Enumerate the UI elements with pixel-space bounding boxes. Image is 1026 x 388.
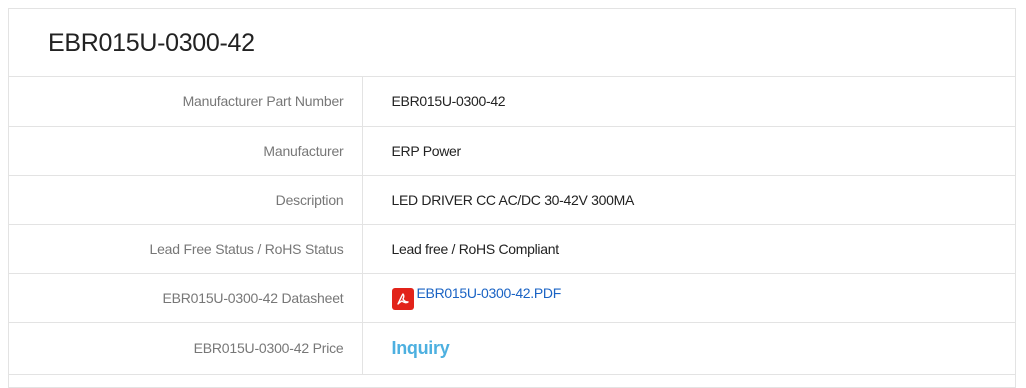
table-row: EBR015U-0300-42 Price Inquiry: [9, 322, 1015, 375]
pdf-icon: [391, 288, 414, 310]
row-label-part-number: Manufacturer Part Number: [9, 77, 363, 127]
table-row: Manufacturer Part Number EBR015U-0300-42: [9, 77, 1015, 127]
row-value-part-number: EBR015U-0300-42: [362, 77, 1015, 127]
product-spec-panel: EBR015U-0300-42 Manufacturer Part Number…: [8, 8, 1016, 388]
table-row: Manufacturer ERP Power: [9, 126, 1015, 176]
row-value-description: LED DRIVER CC AC/DC 30-42V 300MA: [362, 175, 1015, 225]
row-label-description: Description: [9, 175, 363, 225]
table-row: Lead Free Status / RoHS Status Lead free…: [9, 224, 1015, 274]
spec-table: Manufacturer Part Number EBR015U-0300-42…: [9, 77, 1015, 375]
row-value-rohs-status: Lead free / RoHS Compliant: [362, 224, 1015, 274]
row-label-datasheet: EBR015U-0300-42 Datasheet: [9, 273, 363, 323]
row-label-price: EBR015U-0300-42 Price: [9, 322, 363, 375]
row-label-manufacturer: Manufacturer: [9, 126, 363, 176]
table-row: EBR015U-0300-42 Datasheet EBR015U-0300-4…: [9, 273, 1015, 323]
row-value-manufacturer: ERP Power: [362, 126, 1015, 176]
inquiry-link[interactable]: Inquiry: [392, 338, 450, 358]
row-value-datasheet: EBR015U-0300-42.PDF: [362, 273, 1015, 323]
datasheet-link-label: EBR015U-0300-42.PDF: [416, 285, 562, 301]
datasheet-link[interactable]: EBR015U-0300-42.PDF: [391, 285, 562, 310]
row-label-rohs-status: Lead Free Status / RoHS Status: [9, 224, 363, 274]
table-row: Description LED DRIVER CC AC/DC 30-42V 3…: [9, 175, 1015, 225]
page-title: EBR015U-0300-42: [9, 9, 1015, 77]
row-value-price: Inquiry: [362, 322, 1015, 375]
